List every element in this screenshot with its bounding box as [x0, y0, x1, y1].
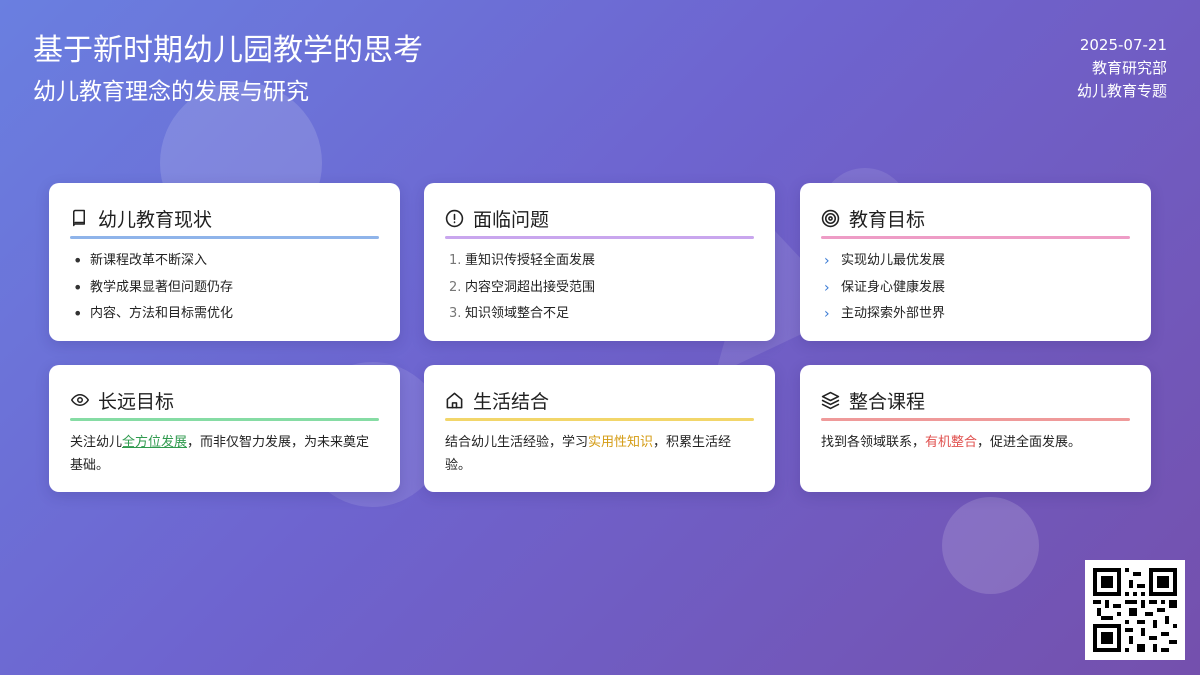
card-title: 生活结合: [473, 390, 550, 413]
card-accent-bar: [70, 236, 379, 239]
home-icon: [445, 390, 465, 410]
chevron-right-icon: ›: [824, 279, 830, 296]
chevron-right-icon: ›: [824, 253, 830, 269]
header-meta: 2025-07-21 教育研究部 幼儿教育专题: [1077, 34, 1167, 103]
card-current-status: 幼儿教育现状 • 新课程改革不断深入 • 教学成果显著但问题仍存 • 内容、方法和目标…: [49, 183, 400, 341]
department-label: 教育研究部: [1091, 59, 1167, 77]
chevron-right-icon: ›: [824, 306, 830, 322]
card-accent-bar: [821, 236, 1130, 239]
card-problems: 面临问题 1. 重知识传授轻全面发展 2. 内容空洞超出接受范围 3. 知识领域整合不…: [424, 183, 775, 341]
card-accent-bar: [445, 418, 754, 421]
list-item: › 实现幼儿最优发展: [821, 251, 1130, 278]
numbered-list: 1. 重知识传授轻全面发展 2. 内容空洞超出接受范围 3. 知识领域整合不足: [445, 251, 754, 331]
card-long-term-goal: 长远目标 关注幼儿全方位发展，而非仅智力发展，为未来奠定基础。: [49, 365, 400, 492]
highlight-text: 有机整合: [925, 435, 978, 450]
card-accent-bar: [445, 236, 754, 239]
list-item: 2. 内容空洞超出接受范围: [449, 279, 596, 295]
date-label: 2025-07-21: [1079, 36, 1167, 54]
card-accent-bar: [70, 418, 379, 421]
book-icon: [70, 208, 90, 228]
list-item: › 保证身心健康发展: [821, 278, 1130, 305]
card-title: 教育目标: [849, 208, 926, 231]
page-title: 基于新时期幼儿园教学的思考: [33, 33, 423, 68]
card-text: 结合幼儿生活经验，学习实用性知识，积累生活经验。: [445, 435, 732, 473]
list-item: 3. 知识领域整合不足: [449, 306, 570, 321]
card-text: 找到各领域联系，有机整合，促进全面发展。: [821, 435, 1082, 450]
list-item: › 主动探索外部世界: [821, 304, 1130, 331]
card-accent-bar: [821, 418, 1130, 421]
card-title: 长远目标: [98, 390, 175, 413]
card-title: 幼儿教育现状: [98, 208, 213, 231]
bullet-list: • 新课程改革不断深入 • 教学成果显著但问题仍存 • 内容、方法和目标需优化: [70, 251, 379, 331]
card-title: 面临问题: [473, 208, 550, 231]
card-title: 整合课程: [849, 390, 926, 413]
topic-label: 幼儿教育专题: [1076, 82, 1167, 100]
layers-icon: [821, 390, 841, 410]
highlight-text: 实用性知识: [588, 435, 654, 450]
list-item: • 内容、方法和目标需优化: [73, 304, 234, 323]
eye-icon: [70, 390, 90, 410]
decor-circle: [942, 497, 1039, 594]
qr-code-icon[interactable]: [1085, 560, 1185, 660]
target-icon: [821, 208, 841, 228]
header: 基于新时期幼儿园教学的思考 幼儿教育理念的发展与研究: [33, 30, 423, 108]
card-education-goals: 教育目标 › 实现幼儿最优发展 › 保证身心健康发展 › 主动探索外部世界: [800, 183, 1151, 341]
list-item: • 教学成果显著但问题仍存: [73, 277, 234, 297]
card-integrated-curriculum: 整合课程 找到各领域联系，有机整合，促进全面发展。: [800, 365, 1151, 492]
card-text: 关注幼儿全方位发展，而非仅智力发展，为未来奠定基础。: [70, 435, 370, 473]
chevron-list: › 实现幼儿最优发展 › 保证身心健康发展 › 主动探索外部世界: [821, 251, 1130, 331]
page-subtitle: 幼儿教育理念的发展与研究: [33, 79, 309, 105]
highlight-text: 全方位发展: [122, 435, 188, 450]
list-item: • 新课程改革不断深入: [73, 251, 208, 270]
list-item: 1. 重知识传授轻全面发展: [449, 253, 596, 268]
card-life-integration: 生活结合 结合幼儿生活经验，学习实用性知识，积累生活经验。: [424, 365, 775, 492]
alert-circle-icon: [445, 208, 465, 228]
